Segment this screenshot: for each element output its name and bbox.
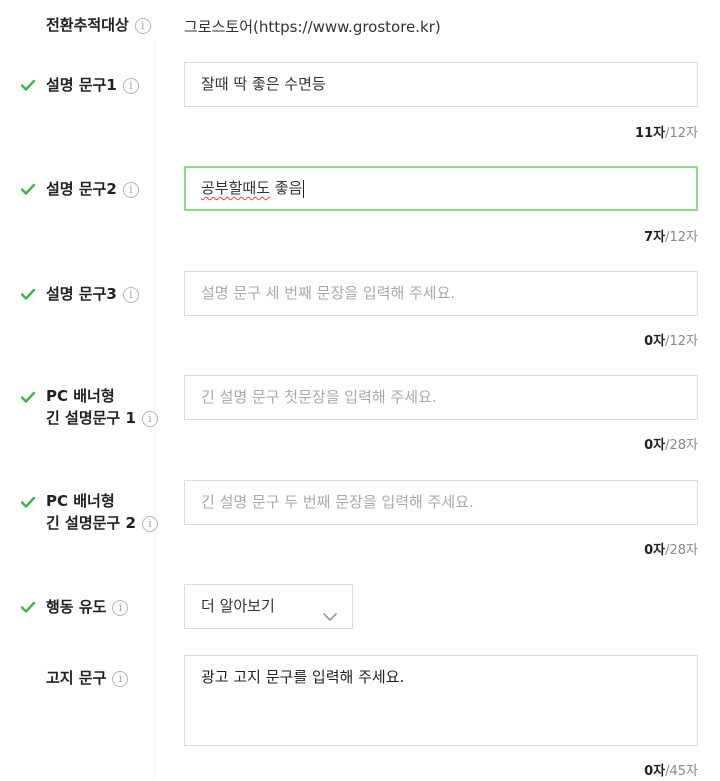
info-icon[interactable]: i — [122, 181, 139, 198]
desc2-row: 설명 문구2 i 공부할때도 좋음 7자/12자 — [0, 166, 720, 246]
desc2-char-counter: 7자/12자 — [644, 230, 698, 245]
desc2-input-value-misspelled: 공부할때도 — [201, 179, 271, 197]
notice-row: 고지 문구 i 광고 고지 문구를 입력해 주세요. 0자/45자 — [0, 655, 720, 781]
pc-long-desc2-label: PC 배너형 긴 설명문구 2i — [46, 490, 158, 534]
desc3-row: 설명 문구3 i 설명 문구 세 번째 문장을 입력해 주세요. 0자/12자 — [0, 271, 720, 351]
desc1-char-counter: 11자/12자 — [635, 126, 698, 141]
check-icon — [20, 286, 36, 302]
desc1-label: 설명 문구1 i — [46, 74, 139, 96]
notice-char-counter: 0자/45자 — [644, 764, 698, 779]
check-icon — [20, 389, 36, 405]
pc-long-desc1-row: PC 배너형 긴 설명문구 1i 긴 설명 문구 첫문장을 입력해 주세요. 0… — [0, 375, 720, 455]
desc2-input-value: 좋음 — [270, 179, 303, 197]
pc-long-desc2-char-counter: 0자/28자 — [644, 543, 698, 558]
desc3-label: 설명 문구3 i — [46, 283, 139, 305]
notice-placeholder: 광고 고지 문구를 입력해 주세요. — [201, 668, 405, 686]
check-icon — [20, 599, 36, 615]
conversion-target-row: 전환추적대상 i 그로스토어(https://www.grostore.kr) — [0, 10, 720, 40]
info-icon[interactable]: i — [112, 599, 129, 616]
info-icon[interactable]: i — [141, 410, 158, 427]
pc-long-desc2-placeholder: 긴 설명 문구 두 번째 문장을 입력해 주세요. — [201, 493, 474, 511]
notice-label: 고지 문구 i — [46, 667, 129, 689]
conversion-target-label: 전환추적대상 i — [46, 14, 151, 36]
text-caret — [303, 179, 305, 198]
pc-long-desc1-char-counter: 0자/28자 — [644, 438, 698, 453]
info-icon[interactable]: i — [112, 670, 129, 687]
notice-textarea[interactable]: 광고 고지 문구를 입력해 주세요. — [184, 655, 698, 746]
cta-label: 행동 유도 i — [46, 596, 129, 618]
desc3-input[interactable]: 설명 문구 세 번째 문장을 입력해 주세요. — [184, 271, 698, 316]
chevron-down-icon[interactable] — [322, 599, 338, 621]
desc2-label: 설명 문구2 i — [46, 178, 139, 200]
cta-select-value: 더 알아보기 — [201, 597, 275, 615]
pc-long-desc1-input[interactable]: 긴 설명 문구 첫문장을 입력해 주세요. — [184, 375, 698, 420]
desc2-input[interactable]: 공부할때도 좋음 — [184, 166, 698, 211]
desc3-char-counter: 0자/12자 — [644, 334, 698, 349]
desc1-row: 설명 문구1 i 잘때 딱 좋은 수면등 11자/12자 — [0, 62, 720, 142]
desc1-input[interactable]: 잘때 딱 좋은 수면등 — [184, 62, 698, 107]
pc-long-desc1-label: PC 배너형 긴 설명문구 1i — [46, 385, 158, 429]
desc1-input-value: 잘때 딱 좋은 수면등 — [201, 75, 326, 93]
check-icon — [20, 77, 36, 93]
info-icon[interactable]: i — [141, 515, 158, 532]
pc-long-desc1-placeholder: 긴 설명 문구 첫문장을 입력해 주세요. — [201, 388, 437, 406]
check-icon — [20, 181, 36, 197]
info-icon[interactable]: i — [122, 286, 139, 303]
conversion-target-value: 그로스토어(https://www.grostore.kr) — [184, 18, 441, 36]
cta-row: 행동 유도 i 더 알아보기 — [0, 584, 720, 634]
info-icon[interactable]: i — [134, 17, 151, 34]
cta-select[interactable]: 더 알아보기 — [184, 584, 353, 629]
desc3-input-placeholder: 설명 문구 세 번째 문장을 입력해 주세요. — [201, 284, 456, 302]
check-icon — [20, 494, 36, 510]
pc-long-desc2-row: PC 배너형 긴 설명문구 2i 긴 설명 문구 두 번째 문장을 입력해 주세… — [0, 480, 720, 560]
pc-long-desc2-input[interactable]: 긴 설명 문구 두 번째 문장을 입력해 주세요. — [184, 480, 698, 525]
info-icon[interactable]: i — [122, 77, 139, 94]
